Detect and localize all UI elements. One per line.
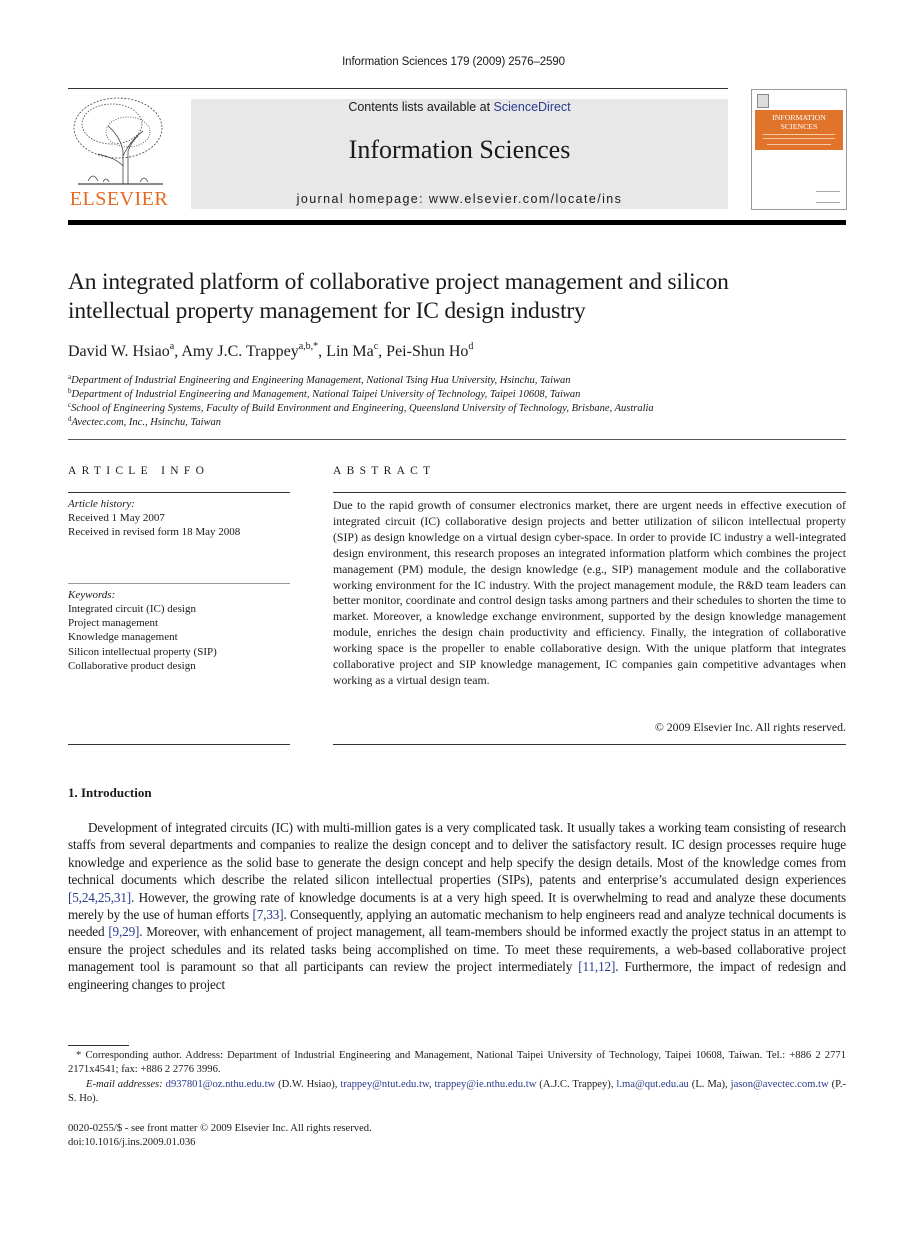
citation-link[interactable]: [5,24,25,31] [68, 890, 131, 905]
abstract-heading: ABSTRACT [333, 465, 436, 477]
keywords-label: Keywords: [68, 589, 116, 601]
cover-sciencedirect-icon [816, 191, 840, 203]
keyword: Silicon intellectual property (SIP) [68, 646, 217, 658]
keyword: Integrated circuit (IC) design [68, 603, 196, 615]
issn-line: 0020-0255/$ - see front matter © 2009 El… [68, 1123, 372, 1134]
author[interactable]: Pei-Shun Hod [386, 341, 473, 360]
history-label: Article history: [68, 498, 135, 510]
keywords-rule [68, 583, 290, 584]
author[interactable]: Amy J.C. Trappeya,b,* [181, 341, 318, 360]
abstract-copyright: © 2009 Elsevier Inc. All rights reserved… [654, 720, 846, 734]
doi-line[interactable]: doi:10.1016/j.ins.2009.01.036 [68, 1136, 372, 1150]
section-heading-introduction: 1. Introduction [68, 785, 152, 800]
sciencedirect-link[interactable]: ScienceDirect [494, 100, 571, 114]
email-link[interactable]: trappey@ie.nthu.edu.tw [435, 1079, 537, 1090]
separator-rule [68, 439, 846, 440]
running-head: Information Sciences 179 (2009) 2576–259… [342, 56, 565, 68]
affiliation: bDepartment of Industrial Engineering an… [68, 387, 581, 400]
cover-band: INFORMATION SCIENCES [755, 110, 843, 150]
journal-title: Information Sciences [348, 135, 571, 164]
tree-icon [73, 97, 163, 185]
affiliation: aDepartment of Industrial Engineering an… [68, 373, 571, 386]
affiliation: cSchool of Engineering Systems, Faculty … [68, 401, 654, 414]
affiliation: dAvectec.com, Inc., Hsinchu, Taiwan [68, 415, 221, 428]
email-addresses: E-mail addresses: d937801@oz.nthu.edu.tw… [68, 1078, 847, 1104]
citation-link[interactable]: [9,29] [108, 924, 139, 939]
publication-info: 0020-0255/$ - see front matter © 2009 El… [68, 1122, 372, 1151]
author[interactable]: Lin Mac [326, 341, 378, 360]
keyword: Collaborative product design [68, 660, 196, 672]
abstract-rule [333, 492, 846, 493]
journal-masthead: Contents lists available at ScienceDirec… [191, 99, 728, 209]
article-title: An integrated platform of collaborative … [68, 269, 729, 324]
email-link[interactable]: trappey@ntut.edu.tw [340, 1079, 429, 1090]
article-info-bottom-rule [68, 744, 290, 745]
citation-link[interactable]: [7,33] [252, 907, 283, 922]
author[interactable]: David W. Hsiaoa [68, 341, 174, 360]
article-info-rule [68, 492, 290, 493]
author-affil-mark[interactable]: d [468, 341, 473, 352]
abstract-text: Due to the rapid growth of consumer elec… [333, 498, 846, 687]
corresponding-author-note: * Corresponding author. Address: Departm… [68, 1050, 846, 1076]
introduction-paragraph: Development of integrated circuits (IC) … [68, 820, 846, 992]
heavy-rule [68, 220, 846, 225]
author-affil-mark[interactable]: a,b,* [299, 341, 318, 352]
email-link[interactable]: l.ma@qut.edu.au [616, 1079, 688, 1090]
history-revised: Received in revised form 18 May 2008 [68, 526, 241, 538]
contents-prefix: Contents lists available at [348, 100, 494, 114]
keyword: Project management [68, 617, 159, 629]
publisher-logo-text: ELSEVIER [69, 188, 169, 210]
contents-line: Contents lists available at ScienceDirec… [191, 100, 728, 114]
elsevier-logo[interactable]: ELSEVIER [68, 96, 170, 211]
citation-link[interactable]: [11,12] [578, 959, 615, 974]
email-label: E-mail addresses: [86, 1078, 163, 1090]
abstract-bottom-rule [333, 744, 846, 745]
article-info-heading: ARTICLE INFO [68, 465, 210, 477]
footnote: * Corresponding author. Address: Departm… [68, 1049, 846, 1106]
cover-title-line2: SCIENCES [780, 122, 818, 131]
history-received: Received 1 May 2007 [68, 512, 165, 524]
email-link[interactable]: d937801@oz.nthu.edu.tw [166, 1079, 276, 1090]
cover-title-line1: INFORMATION [772, 113, 826, 122]
cover-publisher-icon [757, 94, 769, 108]
email-link[interactable]: jason@avectec.com.tw [731, 1079, 829, 1090]
author-list: David W. Hsiaoa, Amy J.C. Trappeya,b,*, … [68, 341, 474, 360]
top-rule [68, 88, 728, 89]
footnote-rule [68, 1045, 129, 1046]
journal-homepage[interactable]: journal homepage: www.elsevier.com/locat… [191, 192, 728, 206]
journal-cover[interactable]: INFORMATION SCIENCES [751, 89, 847, 210]
keyword: Knowledge management [68, 631, 178, 643]
